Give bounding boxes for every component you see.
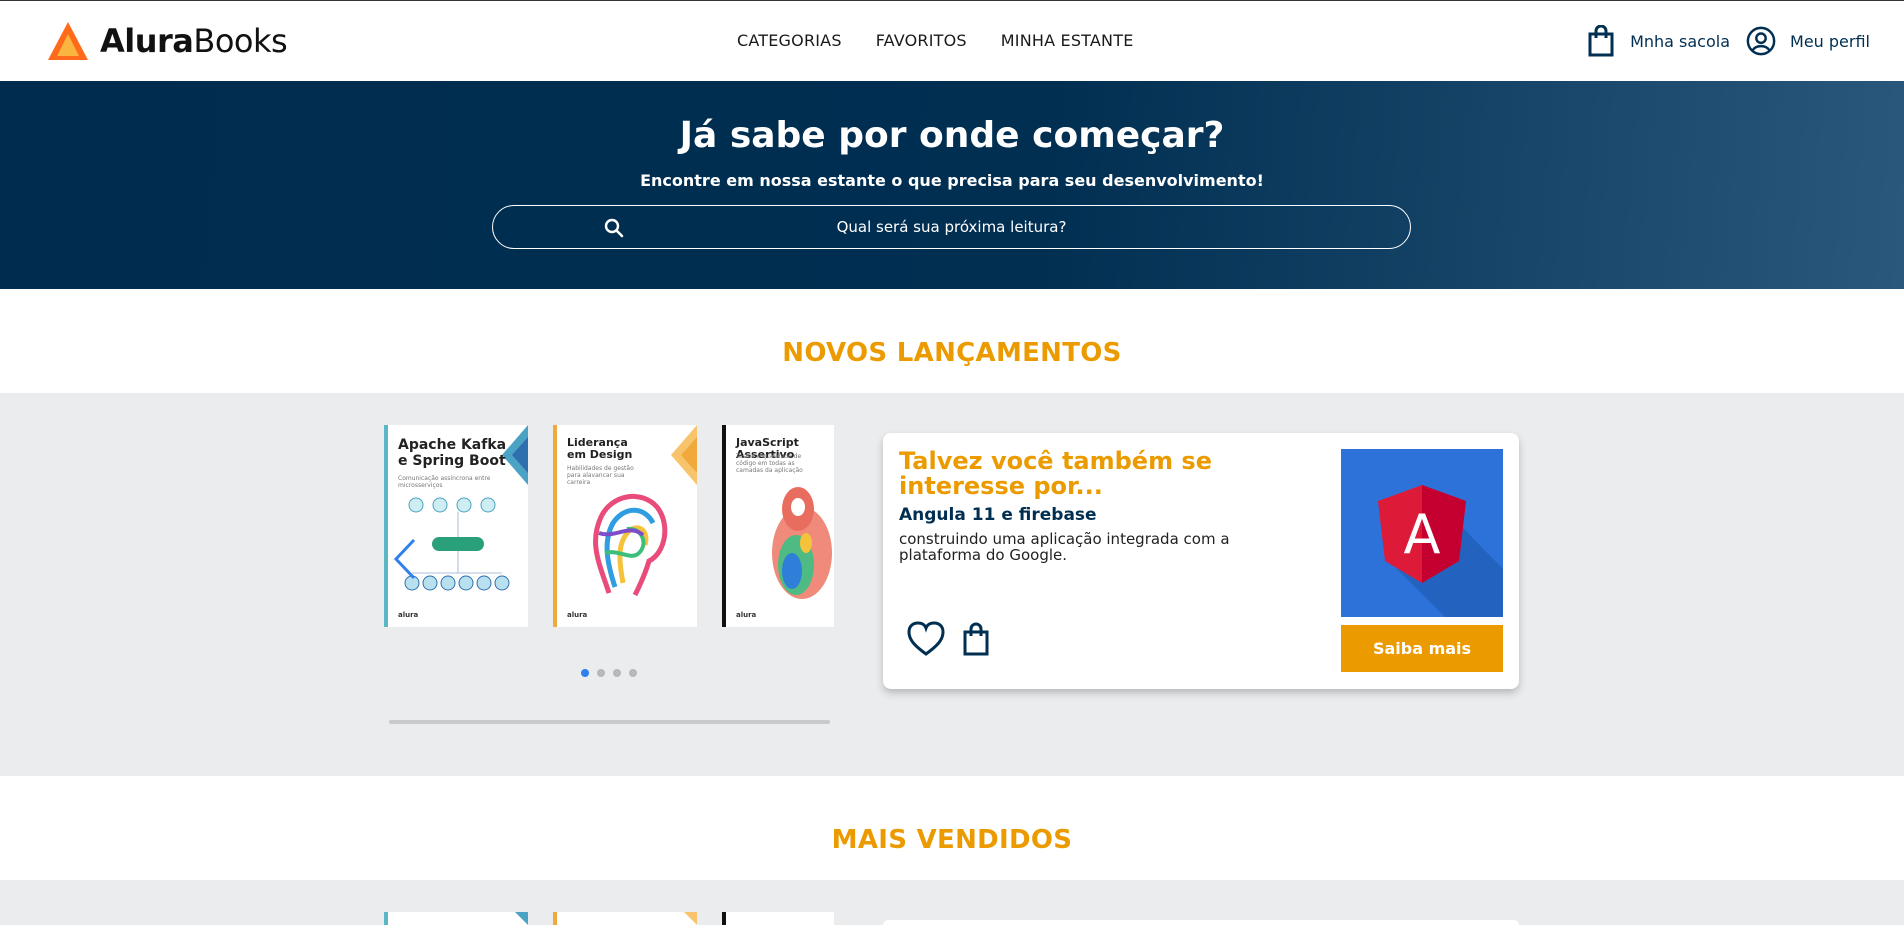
book-spine	[553, 425, 557, 627]
book-cover-partial[interactable]	[553, 912, 697, 925]
suggestion-card: Talvez você também se interesse por... A…	[883, 433, 1519, 689]
section-title-novos-lancamentos: NOVOS LANÇAMENTOS	[782, 338, 1122, 368]
user-profile-icon	[1746, 26, 1776, 56]
section-title-mais-vendidos: MAIS VENDIDOS	[831, 825, 1073, 855]
suggestion-card-partial	[883, 920, 1519, 925]
main-nav: CATEGORIAS FAVORITOS MINHA ESTANTE	[737, 31, 1134, 50]
user-area: Mnha sacola Meu perfil	[1586, 25, 1870, 57]
angular-logo-icon: A	[1378, 485, 1503, 617]
matryoshka-illustration	[772, 487, 832, 599]
book-cover[interactable]: JavaScript Assertivo Testes e qualidade …	[722, 425, 834, 627]
brand-name: AluraBooks	[100, 22, 288, 60]
carousel-dot[interactable]	[597, 669, 605, 677]
publisher-label: alura	[567, 611, 588, 619]
book-spine	[722, 912, 726, 925]
books-carousel: Apache Kafka e Spring Boot Comunicação a…	[384, 425, 834, 630]
best-sellers-band	[0, 880, 1904, 925]
suggestion-book-cover[interactable]: A	[1341, 449, 1503, 617]
book-cover[interactable]: Liderança em Design Habilidades de gestã…	[553, 425, 697, 627]
saiba-mais-button[interactable]: Saiba mais	[1341, 625, 1503, 672]
hero-title: Já sabe por onde começar?	[679, 115, 1225, 156]
hero-banner: Já sabe por onde começar? Encontre em no…	[0, 81, 1904, 289]
profile-link[interactable]: Meu perfil	[1746, 25, 1870, 57]
publisher-label: alura	[736, 611, 757, 619]
carousel-dot[interactable]	[613, 669, 621, 677]
book-cover-partial[interactable]	[384, 912, 528, 925]
suggestion-description: construindo uma aplicação integrada com …	[899, 530, 1230, 564]
profile-label: Meu perfil	[1790, 31, 1870, 51]
nav-item-categorias[interactable]: CATEGORIAS	[737, 31, 842, 50]
book-subtitle: Testes e qualidade de código em todas as…	[736, 453, 803, 474]
shopping-bag-label: Mnha sacola	[1630, 31, 1731, 51]
angular-letter: A	[1404, 503, 1441, 566]
carousel-prev-arrow-icon[interactable]	[392, 536, 418, 582]
book-spine	[722, 425, 726, 627]
publisher-label: alura	[398, 611, 419, 619]
carousel-dot[interactable]	[581, 669, 589, 677]
heart-favorite-icon[interactable]	[907, 621, 945, 657]
carousel-pagination	[581, 669, 637, 677]
site-header: AluraBooks CATEGORIAS FAVORITOS MINHA ES…	[0, 0, 1904, 81]
book-spine	[553, 912, 557, 925]
book-spine	[384, 425, 388, 627]
hero-subtitle: Encontre em nossa estante o que precisa …	[640, 171, 1264, 190]
brand-logo[interactable]: AluraBooks	[46, 20, 288, 62]
suggestion-actions	[907, 621, 991, 657]
shopping-bag-link[interactable]: Mnha sacola	[1586, 25, 1730, 57]
carousel-scrollbar[interactable]	[389, 720, 830, 724]
book-cover-partial[interactable]	[722, 912, 834, 925]
search-bar	[492, 205, 1411, 249]
add-to-bag-icon[interactable]	[961, 622, 991, 656]
corner-ribbon	[684, 912, 697, 925]
search-input[interactable]	[493, 206, 1410, 248]
book-subtitle: Comunicação assíncrona entre microsservi…	[398, 475, 491, 489]
corner-ribbon	[671, 425, 697, 485]
book-title: Apache Kafka e Spring Boot	[398, 437, 507, 469]
suggestion-heading: Talvez você também se interesse por...	[899, 447, 1212, 500]
nav-item-minha-estante[interactable]: MINHA ESTANTE	[1001, 31, 1134, 50]
book-spine	[384, 912, 388, 925]
colorful-head-illustration	[593, 494, 668, 597]
corner-ribbon	[515, 912, 528, 925]
shopping-bag-icon	[1588, 25, 1614, 57]
book-cover[interactable]: Apache Kafka e Spring Boot Comunicação a…	[384, 425, 528, 627]
book-title: Liderança em Design	[567, 436, 633, 461]
triangle-logo-icon	[48, 22, 88, 60]
carousel-dot[interactable]	[629, 669, 637, 677]
suggestion-book-title: Angula 11 e firebase	[899, 505, 1097, 525]
nav-item-favoritos[interactable]: FAVORITOS	[876, 31, 967, 50]
